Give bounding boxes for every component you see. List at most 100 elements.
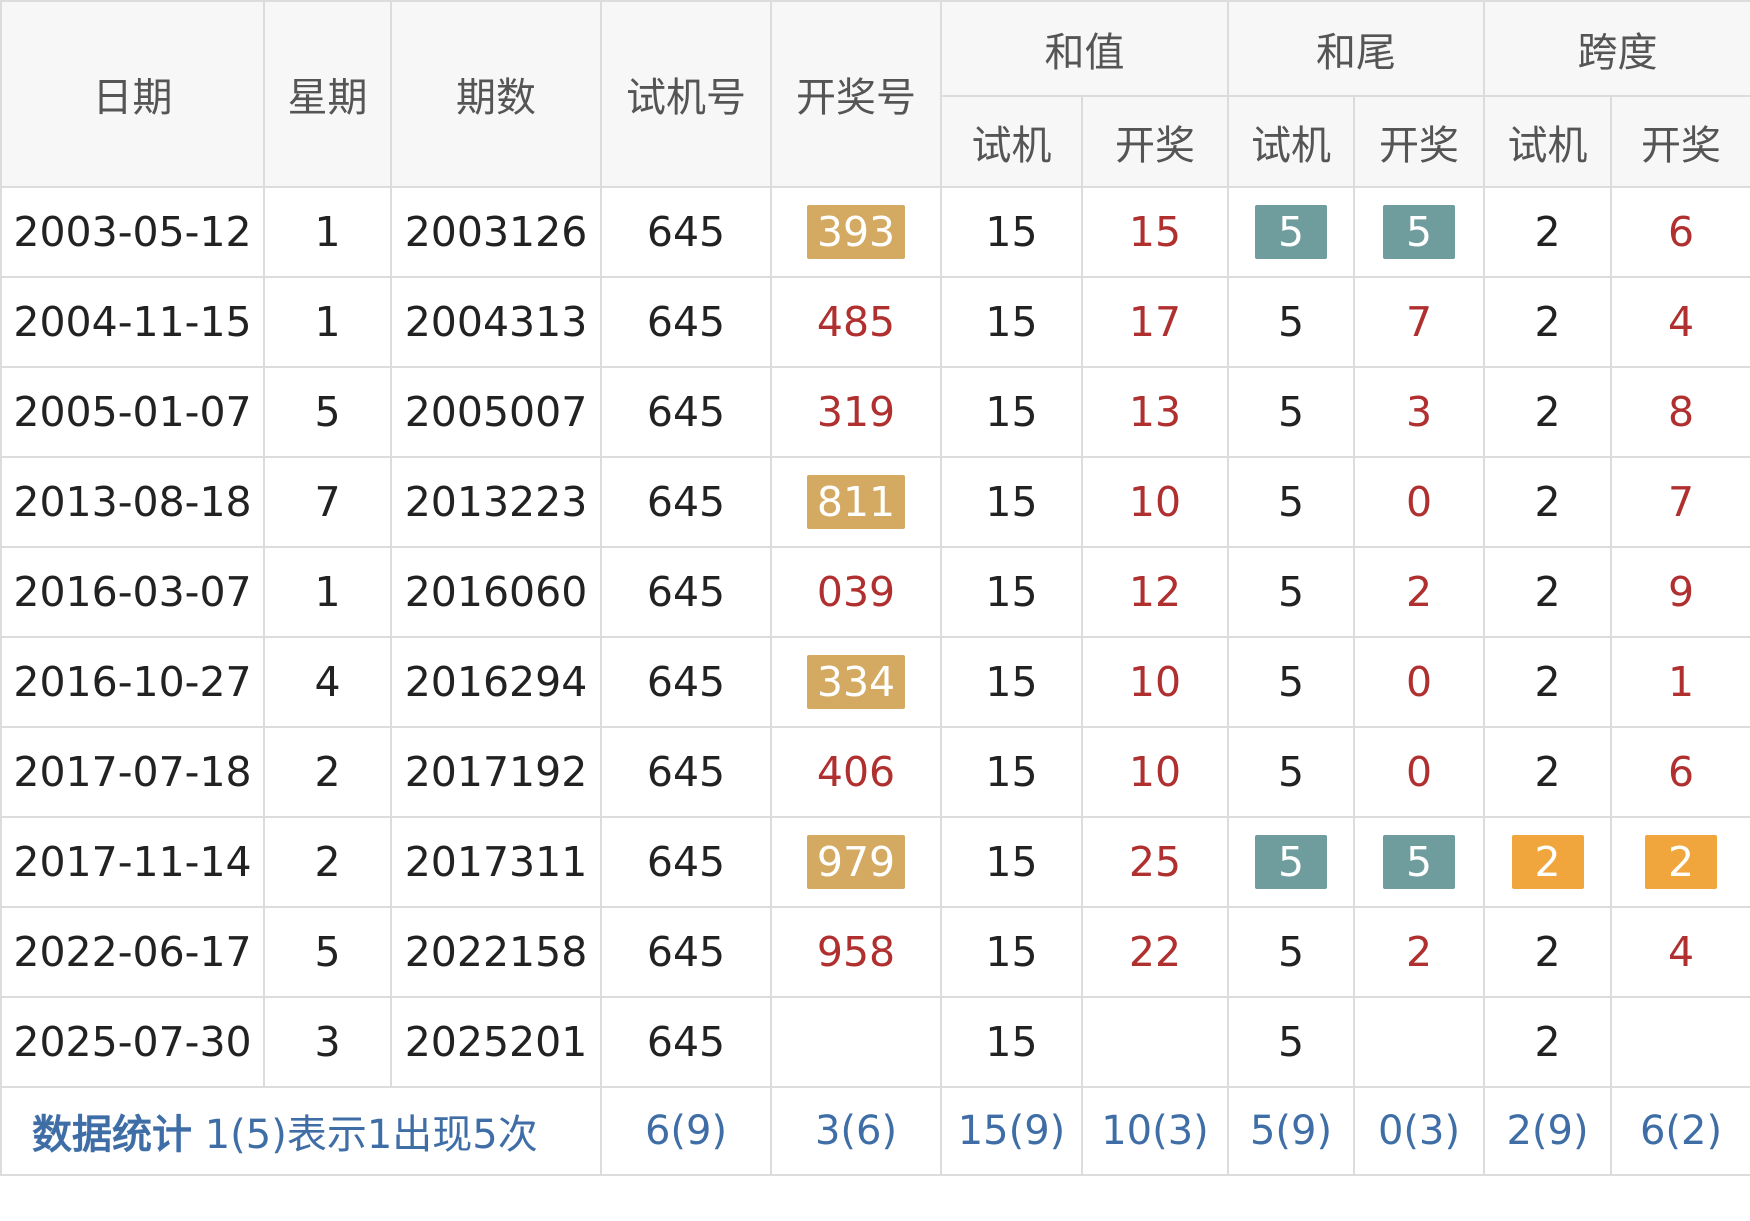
cell-tail-draw: 2 [1353,546,1485,638]
cell-sum-draw: 25 [1081,816,1229,908]
cell-span-draw: 8 [1610,366,1750,458]
table-row: 2013-08-18 7 2013223 645 811 15 10 5 0 2 7 [0,456,1750,548]
highlight-badge: 2 [1511,835,1584,889]
highlight-badge: 2 [1645,835,1717,889]
cell-tail-trial: 5 [1227,276,1355,368]
header-sum-trial: 试机 [940,95,1083,188]
cell-span-draw: 4 [1610,906,1750,998]
cell-span-trial: 2 [1483,546,1612,638]
cell-date: 2016-03-07 [0,546,265,638]
header-sum-group: 和值 [940,0,1229,97]
stats-label-desc: 1(5)表示1出现5次 [204,1112,538,1158]
cell-tail-draw: 5 [1353,816,1485,908]
cell-date: 2017-11-14 [0,816,265,908]
cell-sum-trial: 15 [940,996,1083,1088]
cell-weekday: 1 [263,546,392,638]
header-span-trial: 试机 [1483,95,1612,188]
cell-date: 2013-08-18 [0,456,265,548]
cell-tail-trial: 5 [1227,366,1355,458]
cell-sum-draw: 12 [1081,546,1229,638]
header-draw-number: 开奖号 [770,0,942,188]
cell-span-trial: 2 [1483,906,1612,998]
cell-sum-draw: 10 [1081,726,1229,818]
cell-draw-number: 319 [770,366,942,458]
cell-weekday: 1 [263,186,392,278]
cell-tail-trial: 5 [1227,906,1355,998]
cell-sum-draw: 13 [1081,366,1229,458]
cell-tail-trial: 5 [1227,726,1355,818]
cell-date: 2025-07-30 [0,996,265,1088]
cell-trial-number: 645 [600,546,772,638]
cell-sum-trial: 15 [940,546,1083,638]
cell-span-trial: 2 [1483,456,1612,548]
cell-draw-number: 485 [770,276,942,368]
cell-tail-draw: 2 [1353,906,1485,998]
cell-sum-trial: 15 [940,906,1083,998]
table-row: 2005-01-07 5 2005007 645 319 15 13 5 3 2 8 [0,366,1750,458]
cell-draw-number: 334 [770,636,942,728]
table-row: 2022-06-17 5 2022158 645 958 15 22 5 2 2 4 [0,906,1750,998]
cell-span-trial: 2 [1483,186,1612,278]
cell-span-trial: 2 [1483,996,1612,1088]
stats-label-bold: 数据统计 [32,1112,192,1158]
header-weekday: 星期 [263,0,392,188]
cell-span-draw: 7 [1610,456,1750,548]
stats-label: 数据统计 1(5)表示1出现5次 [0,1086,602,1176]
cell-sum-draw [1081,996,1229,1088]
cell-tail-trial: 5 [1227,546,1355,638]
cell-sum-draw: 17 [1081,276,1229,368]
cell-issue: 2017311 [390,816,602,908]
cell-trial-number: 645 [600,816,772,908]
highlight-badge: 5 [1383,205,1455,259]
table-row: 2016-03-07 1 2016060 645 039 15 12 5 2 2 9 [0,546,1750,638]
highlight-badge: 5 [1383,835,1455,889]
table-row: 2004-11-15 1 2004313 645 485 15 17 5 7 2 4 [0,276,1750,368]
highlight-badge: 811 [806,475,906,529]
cell-date: 2016-10-27 [0,636,265,728]
cell-tail-trial: 5 [1227,636,1355,728]
header-date: 日期 [0,0,265,188]
cell-weekday: 4 [263,636,392,728]
stats-row: 数据统计 1(5)表示1出现5次 6(9) 3(6) 15(9) 10(3) 5… [0,1086,1750,1176]
cell-sum-trial: 15 [940,816,1083,908]
cell-tail-trial: 5 [1227,816,1355,908]
cell-span-draw: 6 [1610,186,1750,278]
cell-issue: 2022158 [390,906,602,998]
table-row: 2017-07-18 2 2017192 645 406 15 10 5 0 2 6 [0,726,1750,818]
cell-draw-number: 811 [770,456,942,548]
cell-weekday: 1 [263,276,392,368]
cell-issue: 2013223 [390,456,602,548]
cell-date: 2004-11-15 [0,276,265,368]
cell-tail-trial: 5 [1227,186,1355,278]
cell-trial-number: 645 [600,906,772,998]
cell-sum-draw: 15 [1081,186,1229,278]
cell-sum-trial: 15 [940,186,1083,278]
cell-issue: 2016294 [390,636,602,728]
cell-trial-number: 645 [600,186,772,278]
cell-weekday: 5 [263,906,392,998]
cell-issue: 2016060 [390,546,602,638]
cell-date: 2003-05-12 [0,186,265,278]
cell-issue: 2005007 [390,366,602,458]
cell-span-trial: 2 [1483,726,1612,818]
cell-span-draw: 2 [1610,816,1750,908]
cell-trial-number: 645 [600,996,772,1088]
lottery-history-table: 日期 星期 期数 试机号 开奖号 和值 和尾 跨度 试机 开奖 试机 开奖 试机… [0,0,1750,1176]
header-sum-draw: 开奖 [1081,95,1229,188]
header-tail-trial: 试机 [1227,95,1355,188]
cell-tail-trial: 5 [1227,456,1355,548]
stats-span-trial: 2(9) [1483,1086,1612,1176]
highlight-badge: 5 [1255,835,1327,889]
cell-span-draw [1610,996,1750,1088]
highlight-badge: 5 [1255,205,1327,259]
cell-tail-draw: 0 [1353,636,1485,728]
cell-draw-number: 393 [770,186,942,278]
cell-sum-draw: 10 [1081,456,1229,548]
cell-sum-trial: 15 [940,726,1083,818]
header-tail-group: 和尾 [1227,0,1485,97]
cell-issue: 2004313 [390,276,602,368]
cell-draw-number: 958 [770,906,942,998]
cell-date: 2017-07-18 [0,726,265,818]
cell-sum-trial: 15 [940,636,1083,728]
cell-trial-number: 645 [600,366,772,458]
